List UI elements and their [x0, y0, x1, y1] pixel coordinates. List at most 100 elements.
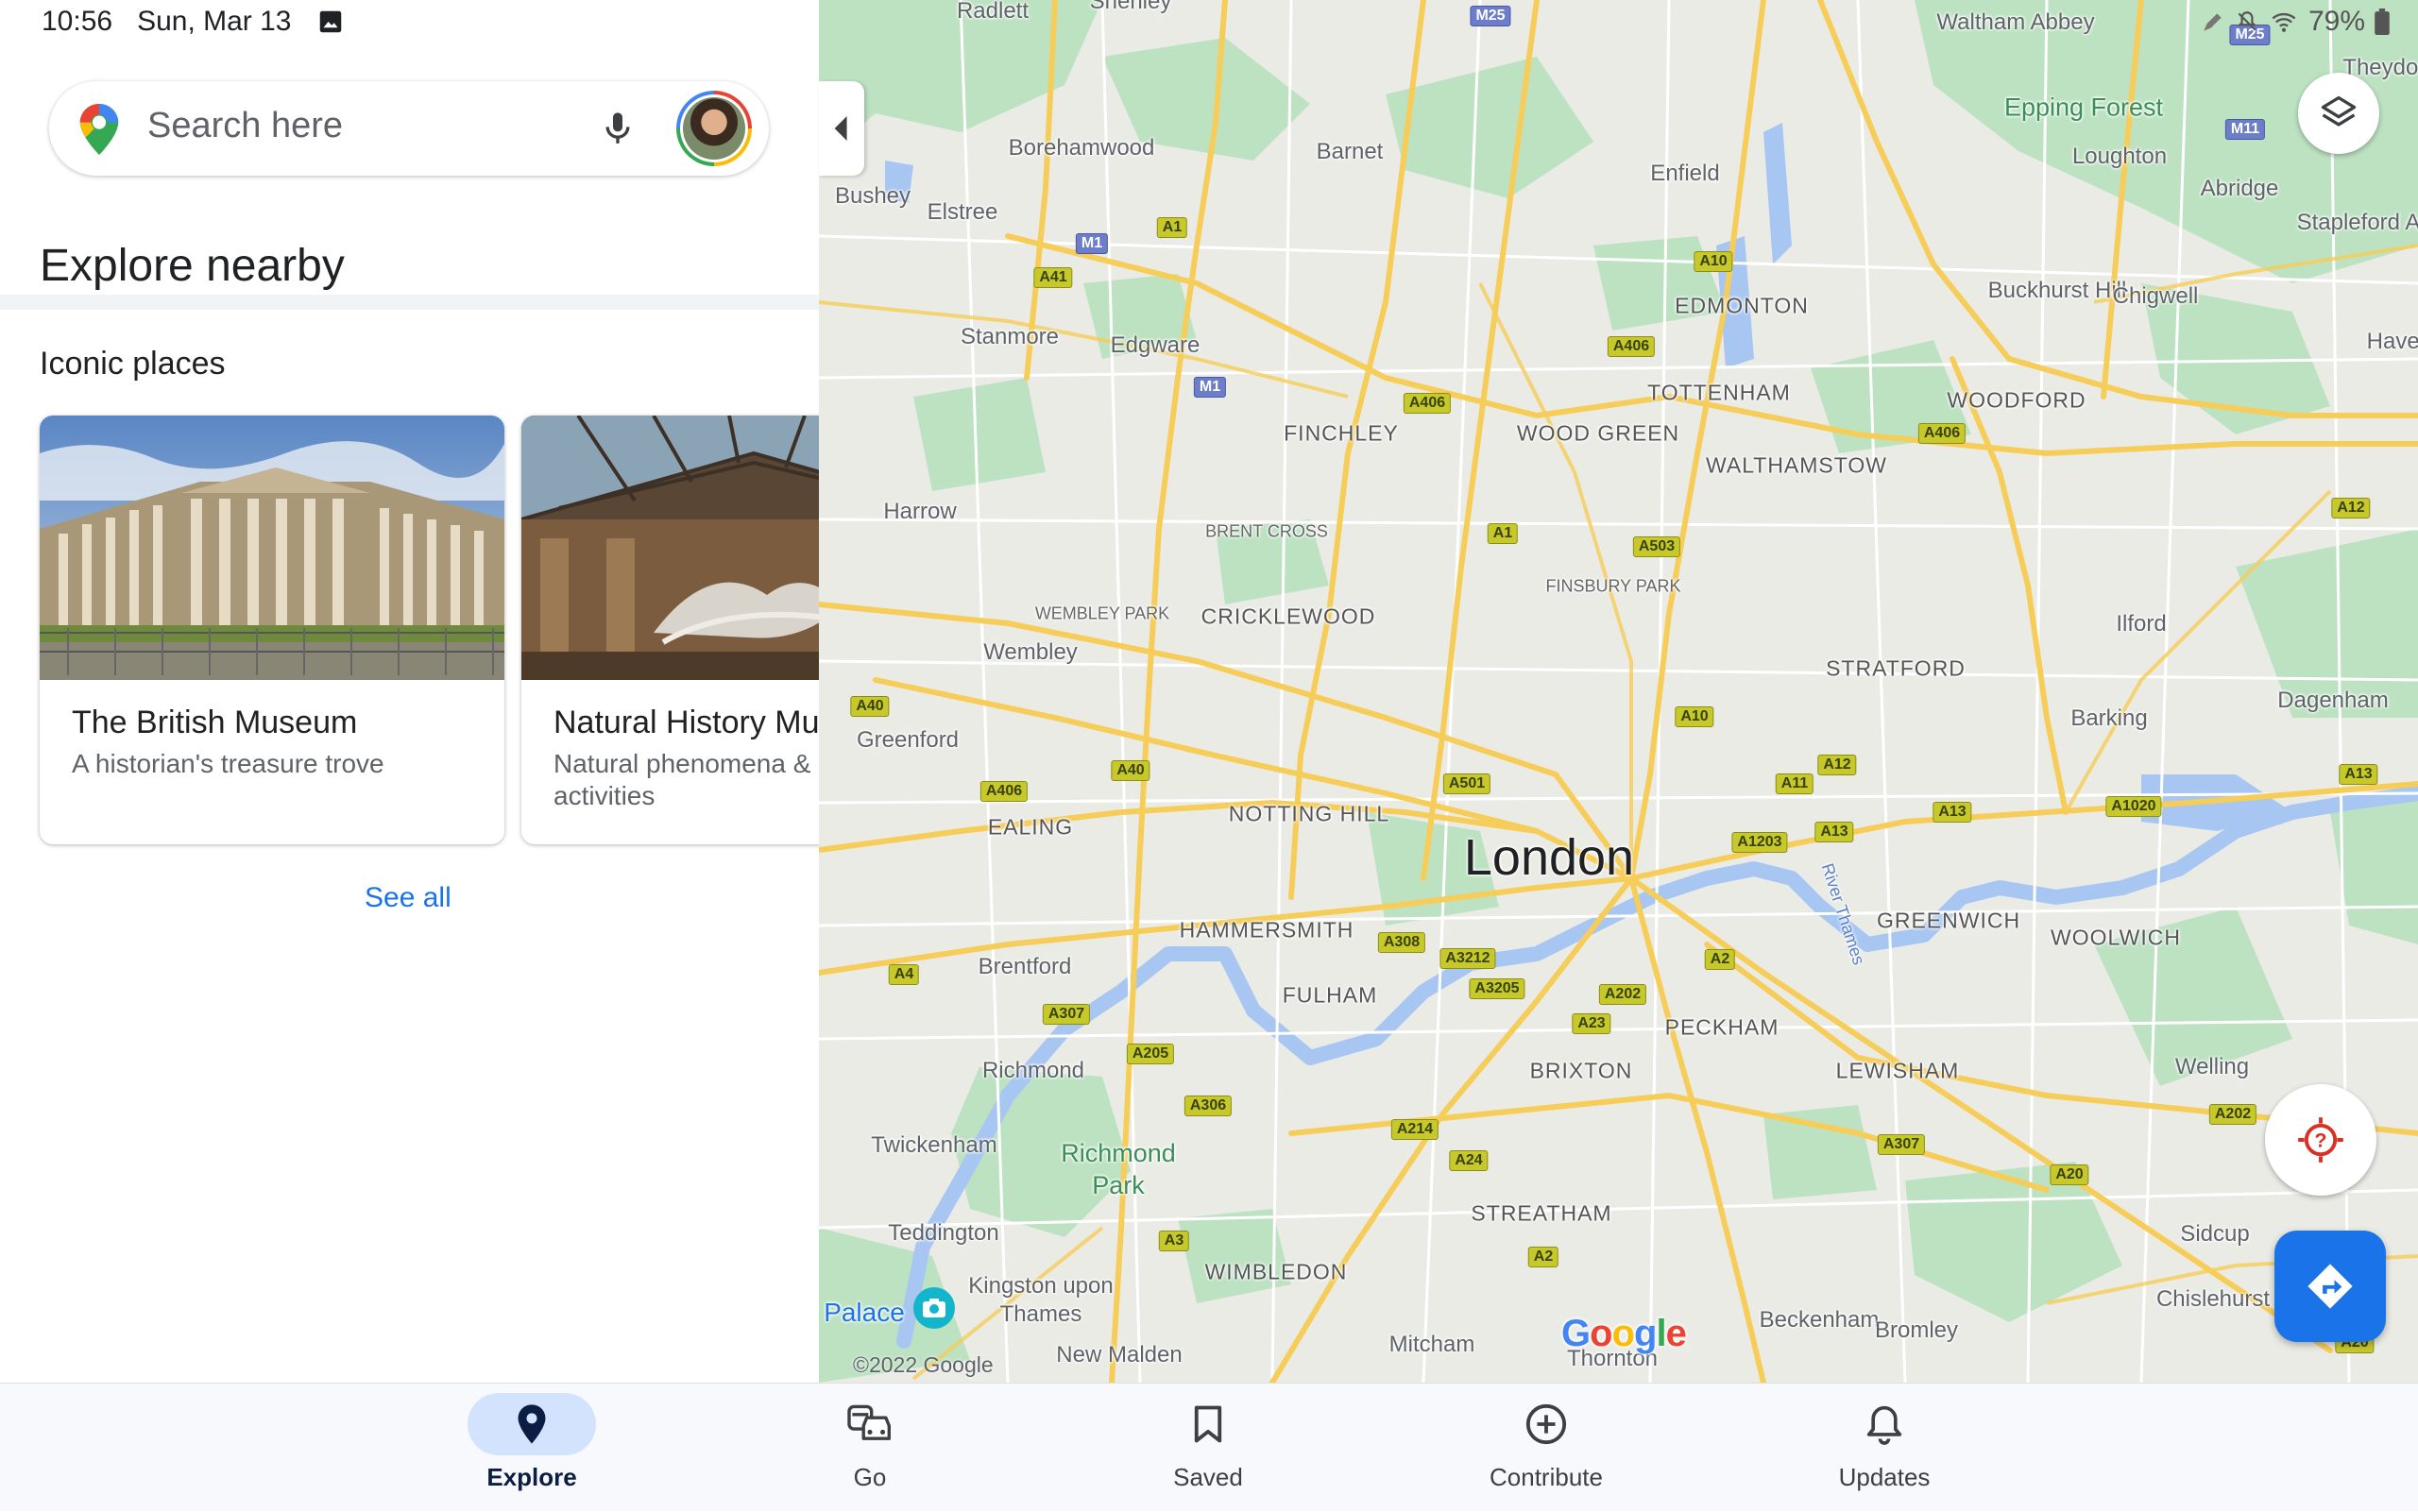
location-unknown-icon: ?	[2298, 1117, 2343, 1163]
iconic-places-heading: Iconic places	[40, 346, 226, 382]
avatar-photo	[683, 97, 745, 160]
map-label[interactable]: Richmond	[982, 1058, 1084, 1084]
map-label[interactable]: Ilford	[2116, 611, 2166, 637]
place-card-subtitle: Natural phenomena & hands-on activities	[553, 749, 819, 810]
map-label[interactable]: EDMONTON	[1675, 294, 1809, 319]
map-label[interactable]: WEMBLEY PARK	[1035, 604, 1169, 624]
cards-scroller[interactable]: Natural History Museum Natural phenomena…	[0, 397, 819, 869]
road-badge: M25	[1470, 6, 1511, 26]
map-label[interactable]: GREENWICH	[1877, 909, 2020, 934]
map-label[interactable]: Greenford	[857, 727, 959, 754]
map-label[interactable]: Mitcham	[1389, 1332, 1475, 1358]
map-label[interactable]: WIMBLEDON	[1205, 1260, 1348, 1285]
road-badge: A1203	[1731, 832, 1788, 853]
map-label[interactable]: CRICKLEWOOD	[1201, 604, 1376, 630]
bottom-navigation: Explore Go Saved Contribute Updates	[0, 1383, 2418, 1511]
collapse-panel-button[interactable]	[819, 81, 864, 176]
map-label[interactable]: Epping Forest	[2004, 93, 2163, 123]
map-label[interactable]: FULHAM	[1283, 983, 1378, 1009]
map-label[interactable]: Sidcup	[2180, 1221, 2249, 1248]
map-label[interactable]: Wembley	[983, 639, 1078, 666]
road-badge: A3205	[1469, 978, 1525, 999]
nav-go[interactable]: Go	[785, 1384, 955, 1512]
road-badge: A13	[1814, 822, 1854, 842]
map-label[interactable]: WOOLWICH	[2051, 926, 2181, 951]
directions-icon	[2307, 1264, 2353, 1309]
nav-active-indicator	[468, 1393, 596, 1455]
map-label[interactable]: Shenley	[1090, 0, 1172, 15]
nav-explore[interactable]: Explore	[447, 1384, 617, 1512]
map-label[interactable]: Borehamwood	[1009, 135, 1155, 161]
map-label[interactable]: Bushey	[835, 183, 911, 210]
map-label[interactable]: Beckenham	[1760, 1307, 1880, 1334]
road-badge: A10	[1675, 706, 1714, 727]
map-label[interactable]: Chislehurst	[2156, 1286, 2270, 1313]
map-label[interactable]: Dagenham	[2277, 688, 2388, 714]
map-label[interactable]: Kingston upon Thames	[965, 1272, 1116, 1329]
map-label[interactable]: Enfield	[1650, 161, 1719, 187]
nav-updates[interactable]: Updates	[1799, 1384, 1969, 1512]
place-card-natural-history-museum[interactable]: Natural History Museum Natural phenomena…	[521, 416, 819, 844]
map-label[interactable]: Waltham Abbey	[1936, 9, 2094, 36]
city-label-london[interactable]: London	[1464, 828, 1634, 887]
map-label[interactable]: Elstree	[928, 199, 998, 226]
directions-button[interactable]	[2274, 1231, 2386, 1342]
map-label[interactable]: Brentford	[979, 954, 1072, 980]
image-notification-icon	[319, 10, 341, 33]
map-label[interactable]: Barking	[2070, 705, 2147, 732]
map-label[interactable]: Harrow	[883, 499, 956, 525]
map-label[interactable]: Chigwell	[2113, 283, 2199, 310]
road-badge: M11	[2224, 119, 2266, 140]
nav-saved[interactable]: Saved	[1123, 1384, 1293, 1512]
map-label[interactable]: WOODFORD	[1947, 388, 2086, 414]
map-label[interactable]: FINCHLEY	[1284, 421, 1399, 447]
status-date: Sun, Mar 13	[137, 6, 292, 37]
road-badge: A11	[1775, 773, 1814, 794]
road-badge: A24	[1449, 1150, 1489, 1171]
map-label[interactable]: WOOD GREEN	[1517, 421, 1679, 447]
account-avatar[interactable]	[676, 91, 752, 166]
map-label[interactable]: Loughton	[2072, 144, 2167, 170]
map-label[interactable]: Twickenham	[871, 1132, 996, 1159]
map-label[interactable]: New Malden	[1056, 1342, 1182, 1368]
map-label[interactable]: EALING	[988, 815, 1073, 841]
map-label[interactable]: STRATFORD	[1826, 656, 1966, 682]
map-label[interactable]: Stanmore	[961, 324, 1059, 350]
map-label[interactable]: BRENT CROSS	[1205, 522, 1328, 542]
map-label[interactable]: FINSBURY PARK	[1545, 577, 1680, 597]
map-label[interactable]: WALTHAMSTOW	[1706, 453, 1887, 479]
map-label[interactable]: Palace	[824, 1298, 905, 1328]
battery-percent: 79%	[2307, 6, 2365, 37]
map-label[interactable]: Bromley	[1875, 1317, 1958, 1344]
map-canvas[interactable]: Radlett Shenley Waltham Abbey Theydon Ep…	[819, 0, 2418, 1383]
map-label[interactable]: TOTTENHAM	[1647, 381, 1791, 406]
microphone-icon[interactable]	[599, 108, 637, 149]
map-label[interactable]: BRIXTON	[1530, 1059, 1633, 1084]
map-label[interactable]: PECKHAM	[1665, 1015, 1779, 1041]
map-label[interactable]: Richmond Park	[1038, 1137, 1199, 1201]
map-label[interactable]: Edgware	[1111, 332, 1200, 359]
map-label[interactable]: Welling	[2175, 1054, 2249, 1080]
map-label[interactable]: Buckhurst Hill	[1988, 278, 2127, 304]
map-label[interactable]: Teddington	[888, 1220, 998, 1247]
search-input[interactable]: Search here	[147, 106, 343, 146]
road-badge: A13	[2339, 764, 2378, 785]
map-label[interactable]: LEWISHAM	[1836, 1059, 1960, 1084]
map-label[interactable]: STREATHAM	[1471, 1201, 1611, 1227]
map-label[interactable]: Haverin	[2367, 329, 2418, 355]
layers-button[interactable]	[2298, 73, 2379, 154]
photo-spot-icon[interactable]	[913, 1287, 955, 1329]
map-label[interactable]: Stapleford Abbo	[2297, 210, 2418, 236]
map-label[interactable]: Abridge	[2201, 176, 2279, 202]
road-badge: A41	[1033, 267, 1073, 288]
nav-contribute[interactable]: Contribute	[1461, 1384, 1631, 1512]
map-label[interactable]: HAMMERSMITH	[1180, 918, 1354, 943]
map-label[interactable]: Barnet	[1317, 139, 1384, 165]
see-all-link[interactable]: See all	[365, 882, 451, 914]
map-label[interactable]: Radlett	[957, 0, 1029, 25]
my-location-button[interactable]: ?	[2265, 1084, 2376, 1196]
search-bar[interactable]: Search here	[49, 81, 769, 176]
map-label[interactable]: NOTTING HILL	[1229, 802, 1389, 827]
nav-label: Contribute	[1490, 1463, 1603, 1491]
status-bar-right: 79%	[2201, 6, 2390, 38]
